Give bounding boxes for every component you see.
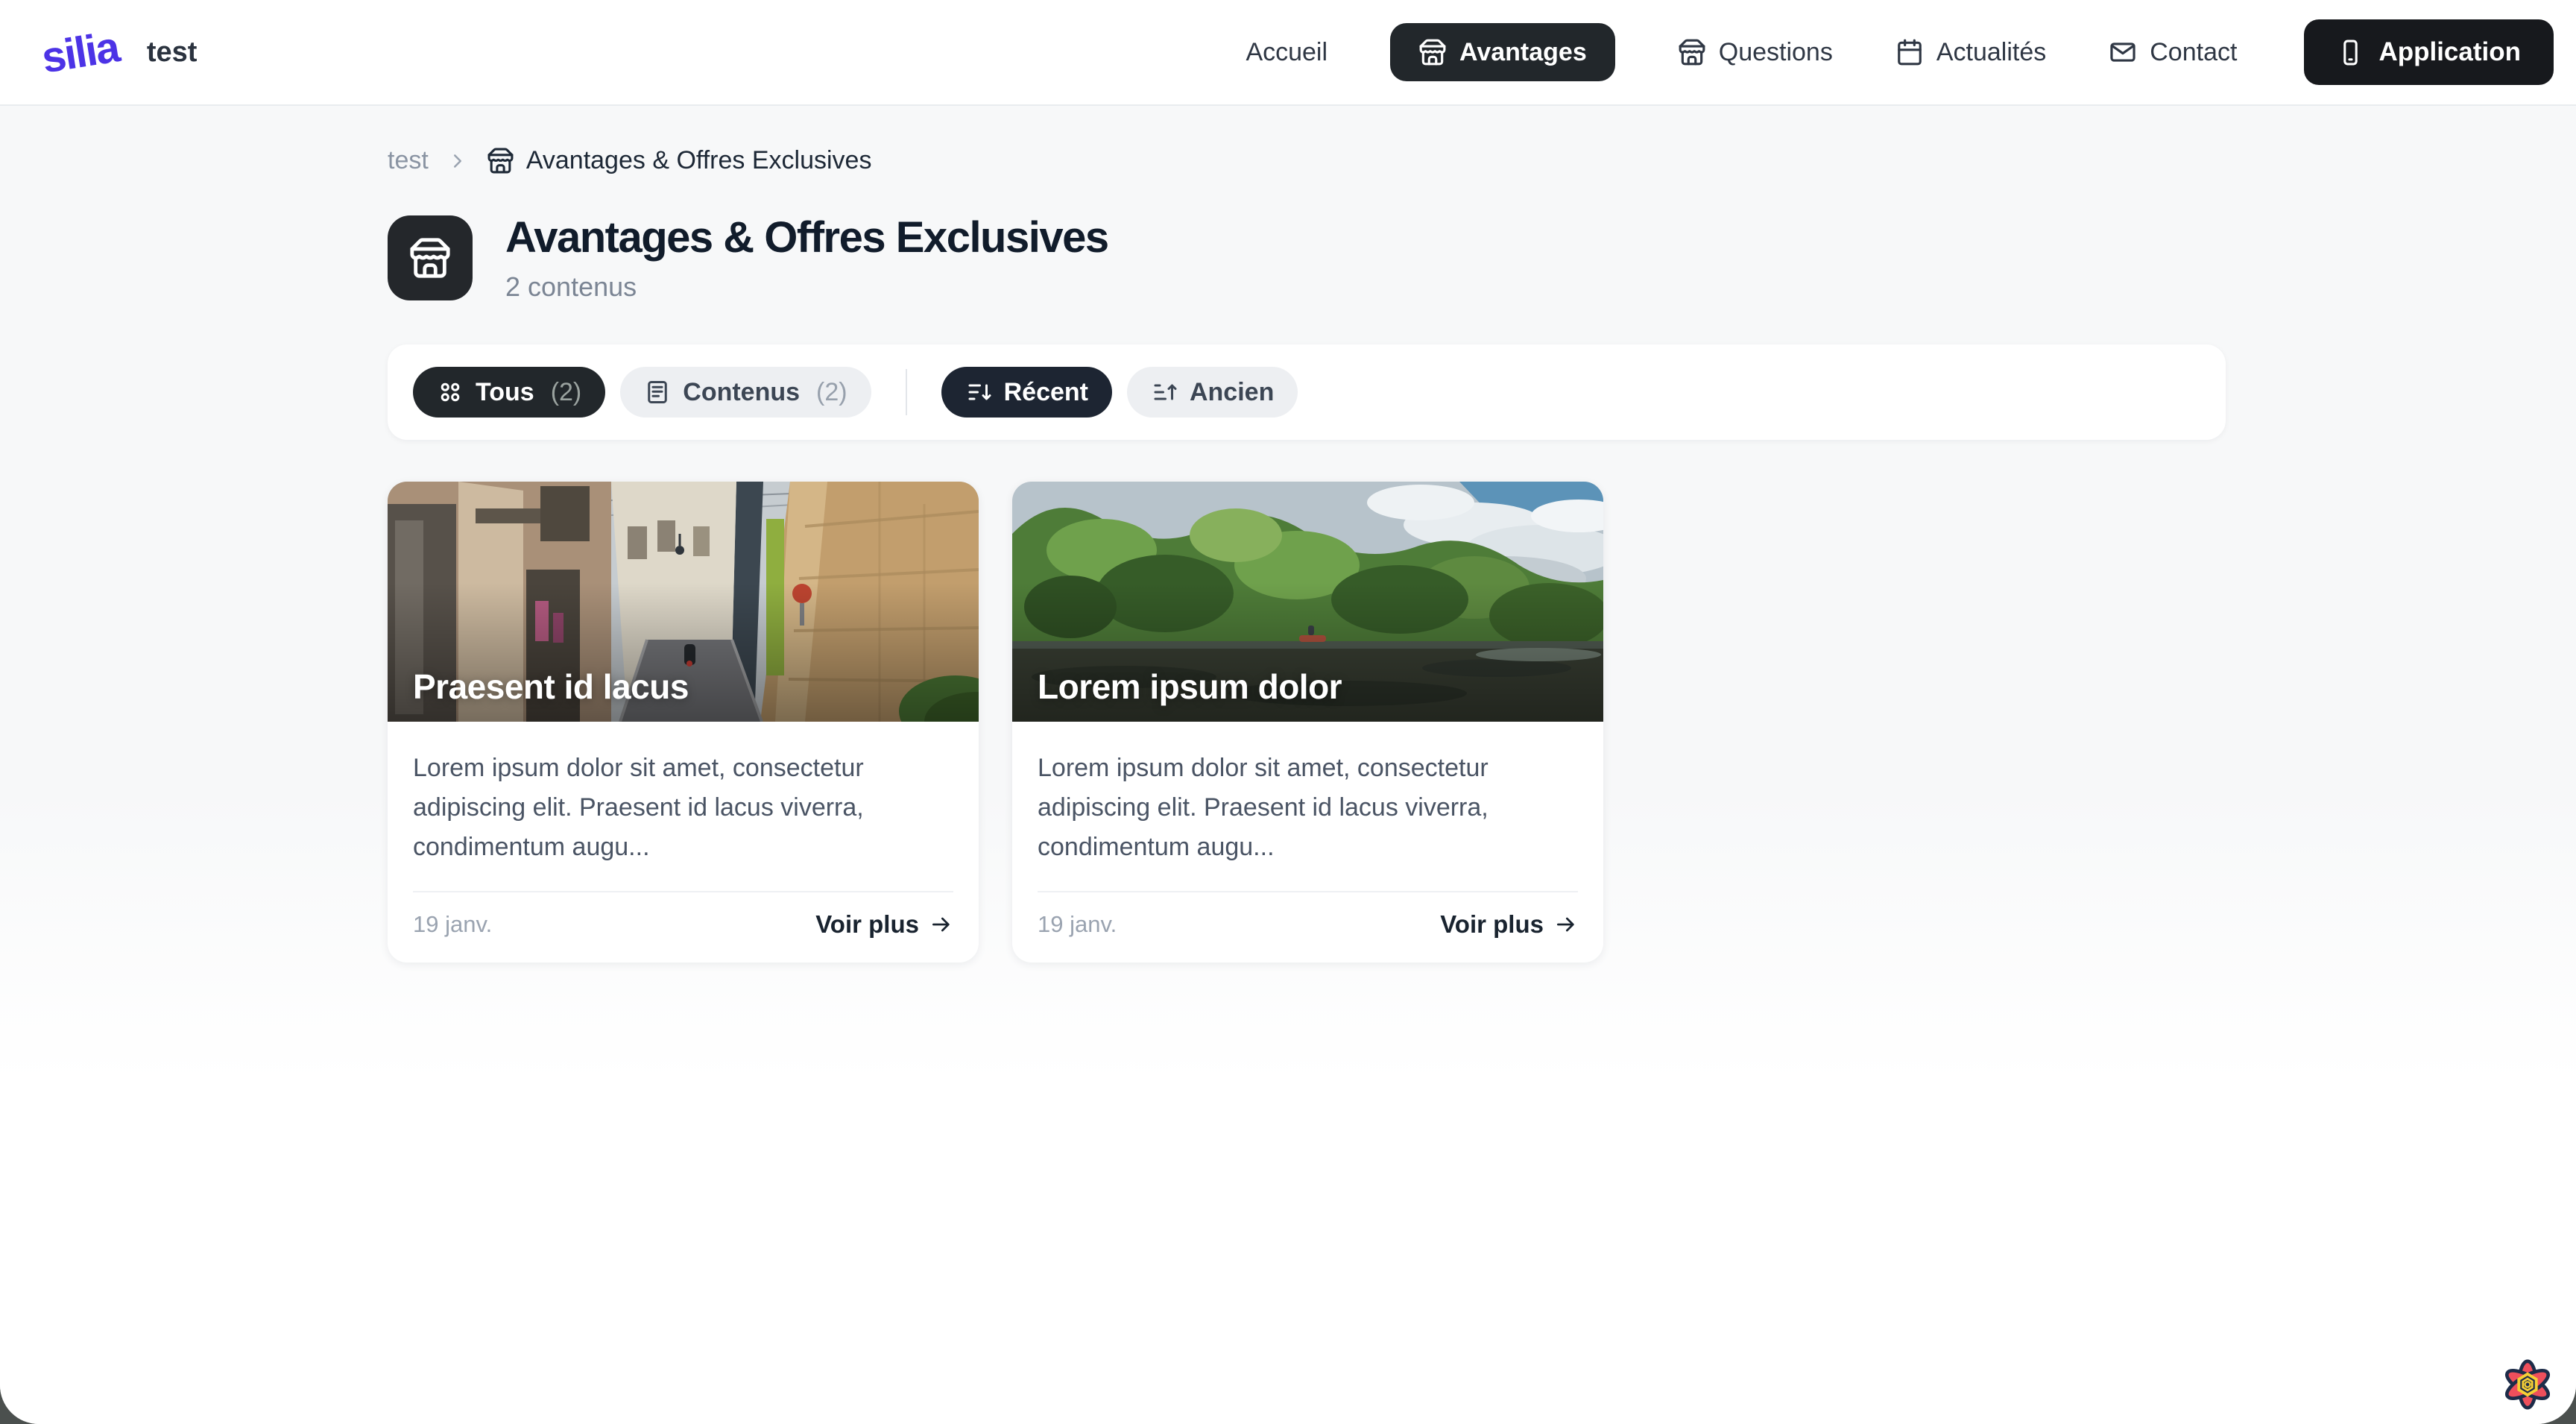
sort-ancien-button[interactable]: Ancien <box>1127 367 1298 418</box>
storefront-icon <box>408 236 452 280</box>
site-name: test <box>147 37 198 69</box>
breadcrumb-root[interactable]: test <box>388 146 429 175</box>
mail-icon <box>2109 38 2137 66</box>
breadcrumb-current: Avantages & Offres Exclusives <box>487 146 872 175</box>
breadcrumb: test Avantages & Offres Exclusives <box>388 146 2226 175</box>
nav-item-accueil[interactable]: Accueil <box>1246 38 1328 67</box>
storefront-icon <box>1418 38 1447 66</box>
calendar-icon <box>1895 38 1924 66</box>
nav-label: Contact <box>2150 38 2237 67</box>
voir-plus-link[interactable]: Voir plus <box>815 910 953 939</box>
sort-label: Récent <box>1004 378 1088 407</box>
arrow-right-icon <box>929 913 953 936</box>
content-count: 2 contenus <box>505 271 1108 303</box>
sort-label: Ancien <box>1190 378 1274 407</box>
category-icon-box <box>388 215 473 300</box>
storefront-icon <box>487 147 514 174</box>
nav-item-questions[interactable]: Questions <box>1678 38 1833 67</box>
nav-item-contact[interactable]: Contact <box>2109 38 2237 67</box>
voir-plus-label: Voir plus <box>1440 910 1544 939</box>
card-media: Praesent id lacus <box>388 482 979 722</box>
filter-label: Tous <box>476 378 534 407</box>
atom-flower-icon <box>2498 1355 2557 1414</box>
silia-logo: silia <box>38 22 121 83</box>
smartphone-icon <box>2337 39 2364 66</box>
article-icon <box>644 379 671 406</box>
sort-recent-button[interactable]: Récent <box>941 367 1112 418</box>
nav-item-avantages[interactable]: Avantages <box>1390 23 1615 81</box>
nav-label: Actualités <box>1936 38 2046 67</box>
card-footer: 19 janv. Voir plus <box>1012 892 1603 963</box>
filter-label: Contenus <box>683 378 800 407</box>
sort-descending-icon <box>965 379 992 406</box>
page-header: Avantages & Offres Exclusives 2 contenus <box>388 212 2226 303</box>
application-button[interactable]: Application <box>2304 19 2554 85</box>
voir-plus-label: Voir plus <box>815 910 919 939</box>
page-title: Avantages & Offres Exclusives <box>505 212 1108 262</box>
app-button-label: Application <box>2378 37 2521 67</box>
voir-plus-link[interactable]: Voir plus <box>1440 910 1578 939</box>
content-card[interactable]: Lorem ipsum dolor Lorem ipsum dolor sit … <box>1012 482 1603 963</box>
nav-label: Avantages <box>1459 38 1587 67</box>
main-content: test Avantages & Offres Exclusives Avant… <box>0 106 2576 1424</box>
filter-count: (2) <box>816 378 847 407</box>
grid-dots-icon <box>437 379 464 406</box>
content-card-grid: Praesent id lacus Lorem ipsum dolor sit … <box>388 482 2226 963</box>
top-navbar: silia test Accueil Avantages Questions A… <box>0 0 2576 106</box>
toolbar-divider <box>906 369 907 415</box>
filter-tab-tous[interactable]: Tous (2) <box>413 367 605 418</box>
card-footer: 19 janv. Voir plus <box>388 892 979 963</box>
nav-label: Accueil <box>1246 38 1328 67</box>
card-media: Lorem ipsum dolor <box>1012 482 1603 722</box>
card-excerpt: Lorem ipsum dolor sit amet, consectetur … <box>388 722 979 867</box>
sort-ascending-icon <box>1151 379 1178 406</box>
page-sheet: silia test Accueil Avantages Questions A… <box>0 0 2576 1424</box>
filter-count: (2) <box>551 378 582 407</box>
card-title: Lorem ipsum dolor <box>1038 667 1342 707</box>
brand-home-link[interactable]: silia test <box>42 28 197 78</box>
nav-label: Questions <box>1719 38 1833 67</box>
card-date: 19 janv. <box>1038 911 1117 938</box>
arrow-right-icon <box>1554 913 1578 936</box>
card-title: Praesent id lacus <box>413 667 689 707</box>
card-excerpt: Lorem ipsum dolor sit amet, consectetur … <box>1012 722 1603 867</box>
main-nav: Accueil Avantages Questions Actualités <box>1246 19 2554 85</box>
atom-flower-widget-button[interactable] <box>2498 1355 2557 1414</box>
breadcrumb-current-label: Avantages & Offres Exclusives <box>526 146 872 175</box>
storefront-icon <box>1678 38 1706 66</box>
chevron-right-icon <box>446 150 469 172</box>
nav-item-actualites[interactable]: Actualités <box>1895 38 2046 67</box>
filter-tab-contenus[interactable]: Contenus (2) <box>620 367 871 418</box>
filter-toolbar: Tous (2) Contenus (2) Récent <box>388 344 2226 440</box>
card-date: 19 janv. <box>413 911 492 938</box>
content-card[interactable]: Praesent id lacus Lorem ipsum dolor sit … <box>388 482 979 963</box>
